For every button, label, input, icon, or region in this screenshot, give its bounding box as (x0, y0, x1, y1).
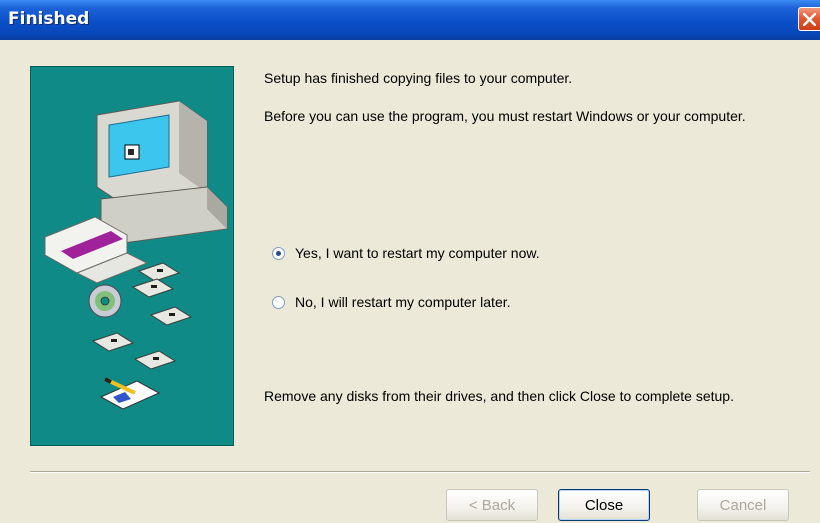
radio-button-unchecked[interactable] (272, 295, 285, 309)
radio-restart-now[interactable]: Yes, I want to restart my computer now. (272, 245, 540, 261)
setup-complete-message: Setup has finished copying files to your… (264, 70, 573, 86)
button-divider (30, 471, 810, 473)
close-icon[interactable] (798, 7, 820, 31)
radio-button-checked[interactable] (272, 246, 285, 260)
title-bar[interactable]: Finished (0, 0, 820, 40)
remove-disks-instruction: Remove any disks from their drives, and … (264, 388, 734, 404)
close-button[interactable]: Close (558, 489, 650, 521)
back-button[interactable]: < Back (446, 489, 538, 521)
window-title: Finished (8, 9, 90, 29)
radio-restart-later[interactable]: No, I will restart my computer later. (272, 294, 511, 310)
restart-required-message: Before you can use the program, you must… (264, 108, 746, 124)
radio-restart-now-label: Yes, I want to restart my computer now. (295, 245, 540, 261)
radio-restart-later-label: No, I will restart my computer later. (295, 294, 511, 310)
setup-illustration (30, 66, 234, 446)
cancel-button[interactable]: Cancel (697, 489, 789, 521)
